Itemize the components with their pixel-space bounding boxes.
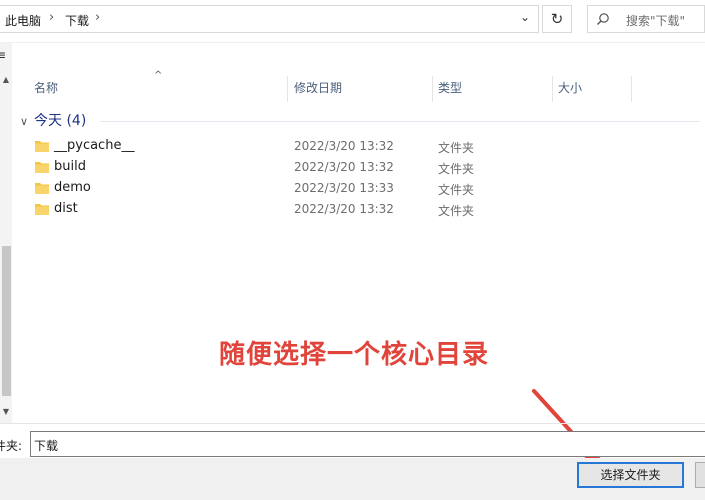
scroll-up-icon[interactable]: ▲ [0,74,12,86]
search-placeholder: 搜索"下载" [626,14,686,28]
search-icon [597,13,609,25]
select-folder-button[interactable]: 选择文件夹 [577,462,684,488]
file-row-dist[interactable]: dist 2022/3/20 13:32 文件夹 [30,199,630,220]
column-header-row: ^ 名称 修改日期 类型 大小 [14,70,634,102]
column-header-type[interactable]: 类型 [438,72,462,102]
column-divider[interactable] [631,76,632,102]
file-type: 文件夹 [438,162,475,176]
breadcrumb-separator[interactable]: › [49,10,54,25]
group-divider [100,121,700,122]
scrollbar-thumb[interactable] [2,246,11,396]
folder-icon [35,162,49,173]
folder-icon [35,204,49,215]
column-header-size[interactable]: 大小 [558,72,582,102]
column-header-modified[interactable]: 修改日期 [294,72,342,102]
file-name: dist [54,201,78,216]
sort-ascending-icon: ^ [154,70,163,81]
file-modified: 2022/3/20 13:33 [294,181,394,195]
search-box[interactable]: 搜索"下载" [587,5,705,33]
address-dropdown-chevron-icon[interactable]: ⌄ [520,10,530,24]
address-bar[interactable]: 此电脑 › 下载 › ⌄ [0,5,539,33]
file-name: demo [54,180,91,195]
folder-name-value: 下载 [34,439,59,453]
breadcrumb-downloads[interactable]: 下载 [65,12,89,29]
file-row-demo[interactable]: demo 2022/3/20 13:33 文件夹 [30,178,630,199]
column-divider[interactable] [287,76,288,102]
file-row-pycache[interactable]: __pycache__ 2022/3/20 13:32 文件夹 [30,136,630,157]
navigation-pane-edge: ≡ ▲ ▼ [0,43,12,423]
breadcrumb-this-pc[interactable]: 此电脑 [5,12,41,29]
file-modified: 2022/3/20 13:32 [294,139,394,153]
breadcrumb-separator[interactable]: › [95,10,100,25]
bottom-divider [0,423,705,424]
scroll-down-icon[interactable]: ▼ [0,406,12,418]
folder-icon [35,141,49,152]
file-row-build[interactable]: build 2022/3/20 13:32 文件夹 [30,157,630,178]
file-name: build [54,159,86,174]
file-name: __pycache__ [54,138,135,153]
annotation-text: 随便选择一个核心目录 [219,340,490,370]
folder-name-input[interactable]: 下载 [30,431,705,457]
refresh-icon: ↻ [550,10,564,28]
folder-icon [35,183,49,194]
file-type: 文件夹 [438,183,475,197]
chevron-down-icon: ∨ [20,115,29,128]
group-header-today[interactable]: ∨ 今天 (4) [20,111,86,131]
cancel-button[interactable] [695,462,705,488]
group-label: 今天 (4) [34,113,87,129]
column-header-name[interactable]: 名称 [34,72,58,102]
menu-lines-icon: ≡ [0,48,7,62]
file-type: 文件夹 [438,204,475,218]
refresh-button[interactable]: ↻ [542,5,572,33]
folder-field-label: 件夹: [0,439,23,453]
column-divider[interactable] [552,76,553,102]
address-toolbar: 此电脑 › 下载 › ⌄ ↻ 搜索"下载" [0,0,705,43]
column-divider[interactable] [432,76,433,102]
file-modified: 2022/3/20 13:32 [294,160,394,174]
file-modified: 2022/3/20 13:32 [294,202,394,216]
file-type: 文件夹 [438,141,475,155]
